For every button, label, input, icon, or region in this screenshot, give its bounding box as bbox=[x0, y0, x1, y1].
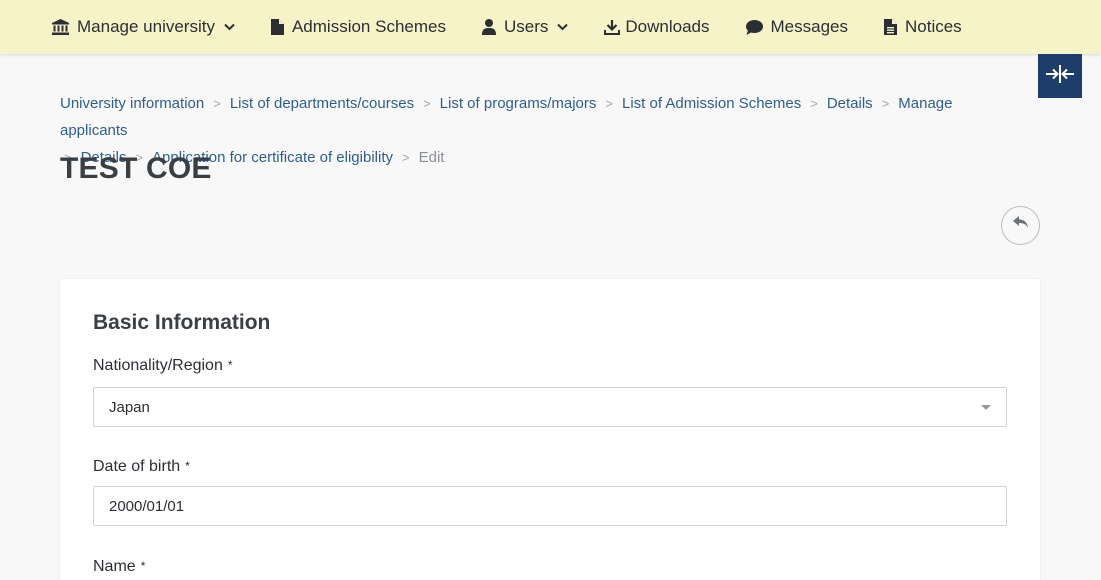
name-label: Name * bbox=[93, 558, 145, 576]
dob-label: Date of birth * bbox=[93, 458, 190, 476]
nav-users[interactable]: Users bbox=[481, 0, 569, 54]
nav-notices[interactable]: Notices bbox=[883, 0, 962, 54]
nav-messages[interactable]: Messages bbox=[745, 0, 848, 54]
section-title: Basic Information bbox=[93, 311, 271, 334]
nav-downloads[interactable]: Downloads bbox=[604, 0, 710, 54]
breadcrumb-separator: > bbox=[881, 96, 890, 111]
nav-label: Messages bbox=[770, 17, 848, 36]
nav-label: Downloads bbox=[625, 17, 710, 36]
chevron-down-icon bbox=[557, 23, 569, 31]
name-label-text: Name bbox=[93, 558, 136, 575]
breadcrumb-current: Edit bbox=[418, 149, 445, 166]
nav-admission-schemes[interactable]: Admission Schemes bbox=[270, 0, 446, 54]
date-of-birth-input[interactable] bbox=[93, 486, 1007, 526]
breadcrumb-separator: > bbox=[402, 150, 410, 165]
required-mark: * bbox=[185, 459, 190, 473]
user-icon bbox=[481, 19, 496, 35]
required-mark: * bbox=[227, 358, 233, 372]
compress-arrows-icon bbox=[1045, 64, 1075, 89]
chevron-down-icon bbox=[224, 23, 235, 31]
comment-icon bbox=[745, 19, 763, 35]
reply-arrow-icon bbox=[1012, 216, 1029, 235]
nav-label: Users bbox=[503, 17, 549, 36]
nationality-label: Nationality/Region * bbox=[93, 357, 233, 375]
breadcrumb-scheme-details[interactable]: Details bbox=[827, 95, 873, 112]
breadcrumb-separator: > bbox=[213, 96, 221, 111]
nationality-select[interactable]: Japan bbox=[93, 387, 1007, 427]
nav-manage-university[interactable]: Manage university bbox=[52, 0, 235, 54]
required-mark: * bbox=[140, 559, 146, 573]
breadcrumb-departments-courses[interactable]: List of departments/courses bbox=[230, 95, 414, 112]
bank-icon bbox=[52, 19, 69, 35]
nationality-selected-value: Japan bbox=[109, 398, 150, 416]
breadcrumb-separator: > bbox=[810, 96, 818, 111]
breadcrumb-separator: > bbox=[423, 96, 431, 111]
caret-down-icon bbox=[981, 405, 991, 410]
breadcrumb-programs-majors[interactable]: List of programs/majors bbox=[440, 95, 597, 112]
breadcrumb-admission-schemes[interactable]: List of Admission Schemes bbox=[622, 95, 801, 112]
top-navigation: Manage university Admission Schemes User… bbox=[0, 0, 1101, 54]
collapse-button[interactable] bbox=[1038, 54, 1082, 98]
breadcrumb-university-information[interactable]: University information bbox=[60, 95, 204, 112]
dob-label-text: Date of birth bbox=[93, 458, 181, 475]
nav-label: Notices bbox=[904, 17, 962, 36]
nationality-label-text: Nationality/Region bbox=[93, 357, 223, 374]
form-card: Basic Information Nationality/Region * Ja… bbox=[60, 279, 1040, 580]
download-icon bbox=[604, 19, 621, 35]
file-text-icon bbox=[883, 19, 897, 35]
page-title: TEST COE bbox=[60, 152, 212, 185]
file-icon bbox=[270, 19, 284, 35]
nav-label: Manage university bbox=[77, 17, 215, 36]
back-button[interactable] bbox=[1001, 206, 1040, 245]
nav-label: Admission Schemes bbox=[291, 17, 446, 36]
breadcrumb-separator: > bbox=[605, 96, 613, 111]
